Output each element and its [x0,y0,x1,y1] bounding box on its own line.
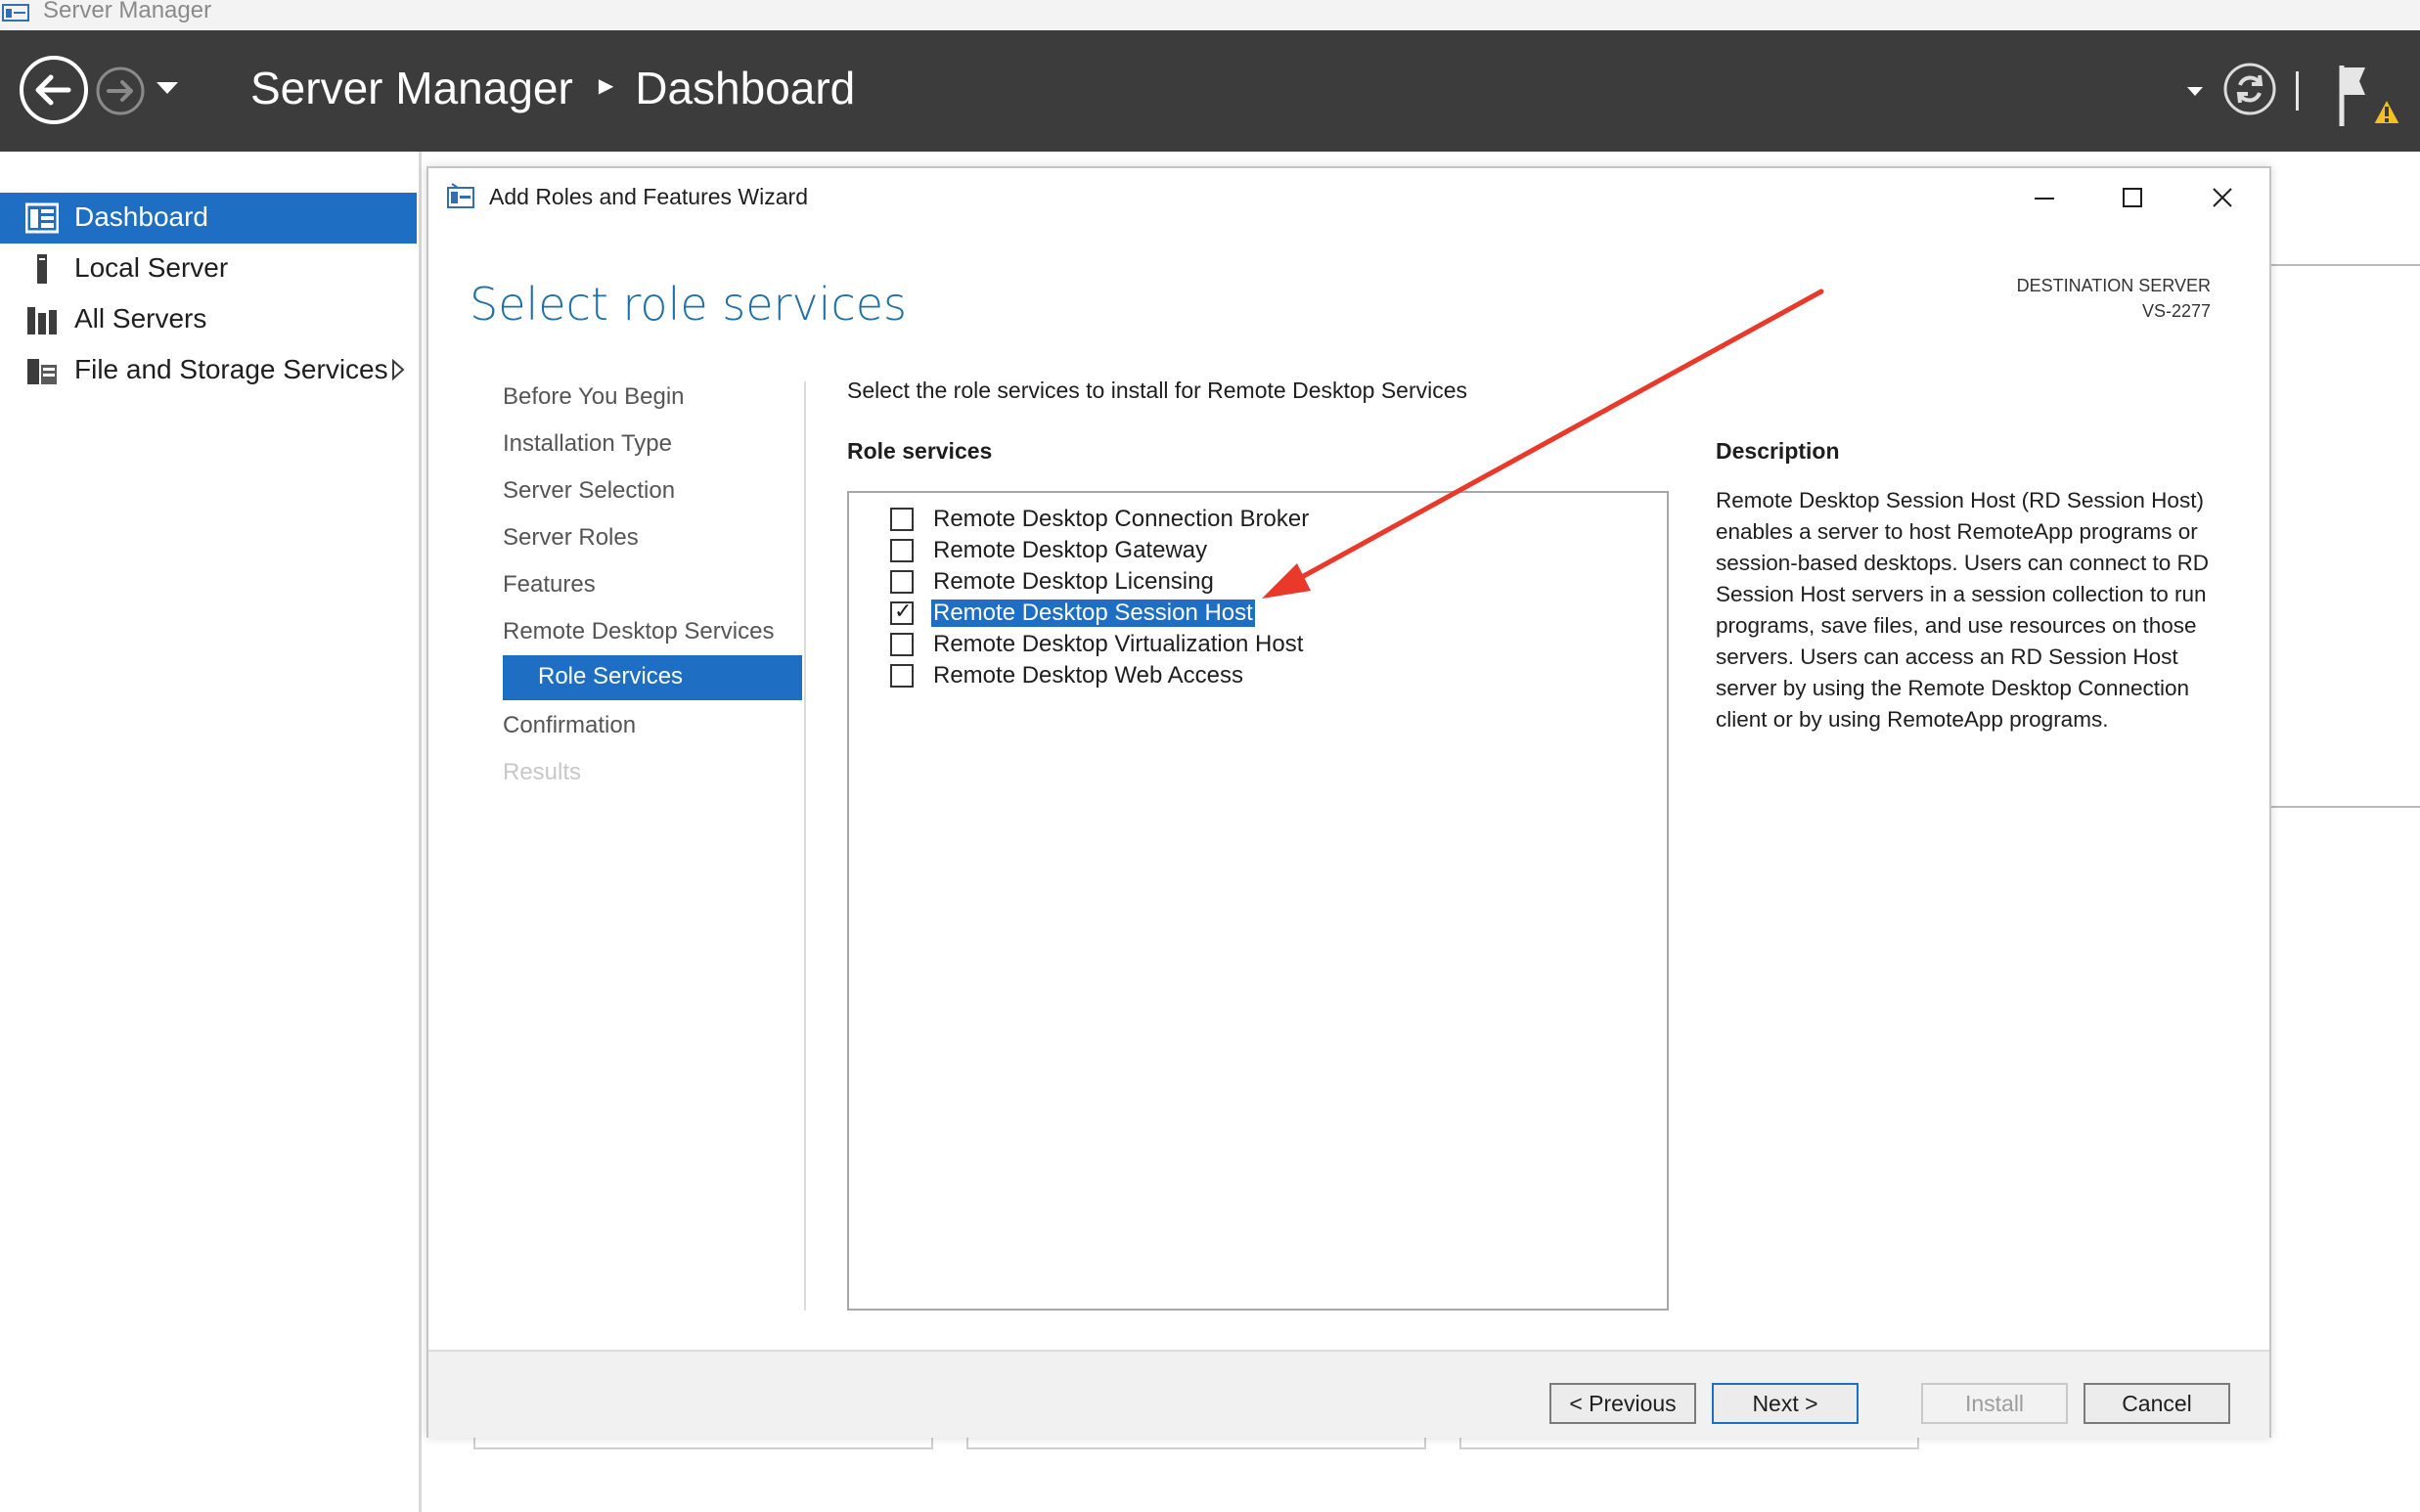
storage-icon [27,359,57,384]
forward-arrow-icon[interactable] [95,66,146,116]
back-arrow-icon[interactable] [18,54,90,126]
refresh-icon[interactable] [2222,62,2277,116]
step-confirmation[interactable]: Confirmation [503,704,802,749]
window-title: Server Manager [43,0,212,23]
description-text: Remote Desktop Session Host (RD Session … [1716,488,2209,732]
server-icon [37,254,47,284]
description-heading: Description [1716,438,1840,464]
list-item[interactable]: Remote Desktop Session Host [890,599,1653,628]
list-item[interactable]: Remote Desktop Web Access [890,661,1653,690]
role-service-label-selected[interactable]: Remote Desktop Session Host [930,599,1256,628]
window-title-bar: Server Manager [0,0,2420,30]
breadcrumb-page: Dashboard [635,63,856,113]
step-label: Before You Begin [503,383,685,410]
role-service-label[interactable]: Remote Desktop Virtualization Host [931,631,1305,658]
checkbox[interactable] [890,508,914,531]
role-service-label[interactable]: Remote Desktop Web Access [931,662,1245,689]
maximize-icon[interactable] [2103,174,2162,223]
wizard-title: Add Roles and Features Wizard [489,184,808,209]
step-label: Server Roles [503,524,639,551]
sidebar-item-local-server[interactable]: Local Server [0,244,417,294]
sidebar-item-label: Dashboard [74,201,208,232]
servers-icon [27,307,57,334]
role-service-label[interactable]: Remote Desktop Connection Broker [931,506,1311,533]
close-icon[interactable] [2193,174,2252,223]
minimize-icon[interactable] [2015,174,2074,223]
step-label: Confirmation [503,712,637,738]
sidebar-item-file-storage[interactable]: File and Storage Services [0,345,417,396]
cancel-button[interactable]: Cancel [2084,1383,2230,1424]
role-services-heading: Role services [847,438,993,464]
sidebar-item-all-servers[interactable]: All Servers [0,294,417,345]
step-label: Results [503,759,582,785]
step-remote-desktop-services[interactable]: Remote Desktop Services [503,610,802,655]
notifications-flag-icon[interactable] [2336,60,2404,130]
next-button[interactable]: Next > [1712,1383,1859,1424]
list-item[interactable]: Remote Desktop Connection Broker [890,505,1653,534]
left-navigation: Dashboard Local Server All Servers File … [0,152,422,1512]
header-divider [2296,71,2299,111]
dashboard-icon [25,202,59,234]
dashboard-tile-background [2267,264,2420,808]
list-item[interactable]: Remote Desktop Virtualization Host [890,630,1653,659]
checkbox[interactable] [890,633,914,656]
step-label: Installation Type [503,430,673,457]
destination-server-value: VS-2277 [2141,301,2211,321]
step-installation-type[interactable]: Installation Type [503,422,802,467]
checkbox[interactable] [890,664,914,688]
chevron-right-icon[interactable] [391,359,405,380]
step-server-selection[interactable]: Server Selection [503,469,802,514]
history-dropdown-icon[interactable] [157,82,178,96]
step-before-you-begin[interactable]: Before You Begin [503,376,802,421]
list-item[interactable]: Remote Desktop Licensing [890,567,1653,597]
step-label: Features [503,571,596,598]
step-label: Remote Desktop Services [503,618,775,645]
wizard-title-bar[interactable]: Add Roles and Features Wizard [428,168,2269,229]
server-manager-header: Server Manager ▶ Dashboard [0,30,2420,152]
sidebar-item-label: All Servers [74,303,207,334]
breadcrumb-separator-icon: ▶ [598,75,614,98]
step-results: Results [503,751,802,796]
sidebar-item-label: File and Storage Services [74,354,388,384]
checkbox-checked[interactable] [890,600,914,625]
server-manager-icon [2,4,29,22]
checkbox[interactable] [890,539,914,562]
breadcrumb: Server Manager ▶ Dashboard [250,62,855,114]
step-features[interactable]: Features [503,563,802,608]
step-label: Server Selection [503,477,676,504]
list-item[interactable]: Remote Desktop Gateway [890,536,1653,565]
sidebar-item-label: Local Server [74,252,229,283]
sidebar-item-dashboard[interactable]: Dashboard [0,193,417,244]
install-button: Install [1921,1383,2068,1424]
header-dropdown-icon[interactable] [2187,87,2203,97]
destination-server-label: DESTINATION SERVER [2016,276,2211,295]
role-services-list[interactable]: Remote Desktop Connection Broker Remote … [847,491,1669,1311]
step-role-services[interactable]: Role Services [503,655,802,700]
wizard-footer: < Previous Next > Install Cancel [428,1350,2269,1438]
breadcrumb-app[interactable]: Server Manager [250,63,573,113]
previous-button[interactable]: < Previous [1549,1383,1696,1424]
page-title: Select role services [470,278,908,331]
step-label: Role Services [538,663,684,689]
step-server-roles[interactable]: Server Roles [503,516,802,561]
add-roles-wizard-dialog: Add Roles and Features Wizard Select rol… [426,166,2271,1438]
wizard-icon [447,183,474,208]
checkbox[interactable] [890,570,914,594]
role-service-label[interactable]: Remote Desktop Licensing [931,568,1216,596]
steps-divider [804,381,806,1311]
wizard-body: Select role services DESTINATION SERVER … [428,229,2269,1350]
role-service-label[interactable]: Remote Desktop Gateway [931,537,1209,564]
instruction-text: Select the role services to install for … [847,378,1468,403]
